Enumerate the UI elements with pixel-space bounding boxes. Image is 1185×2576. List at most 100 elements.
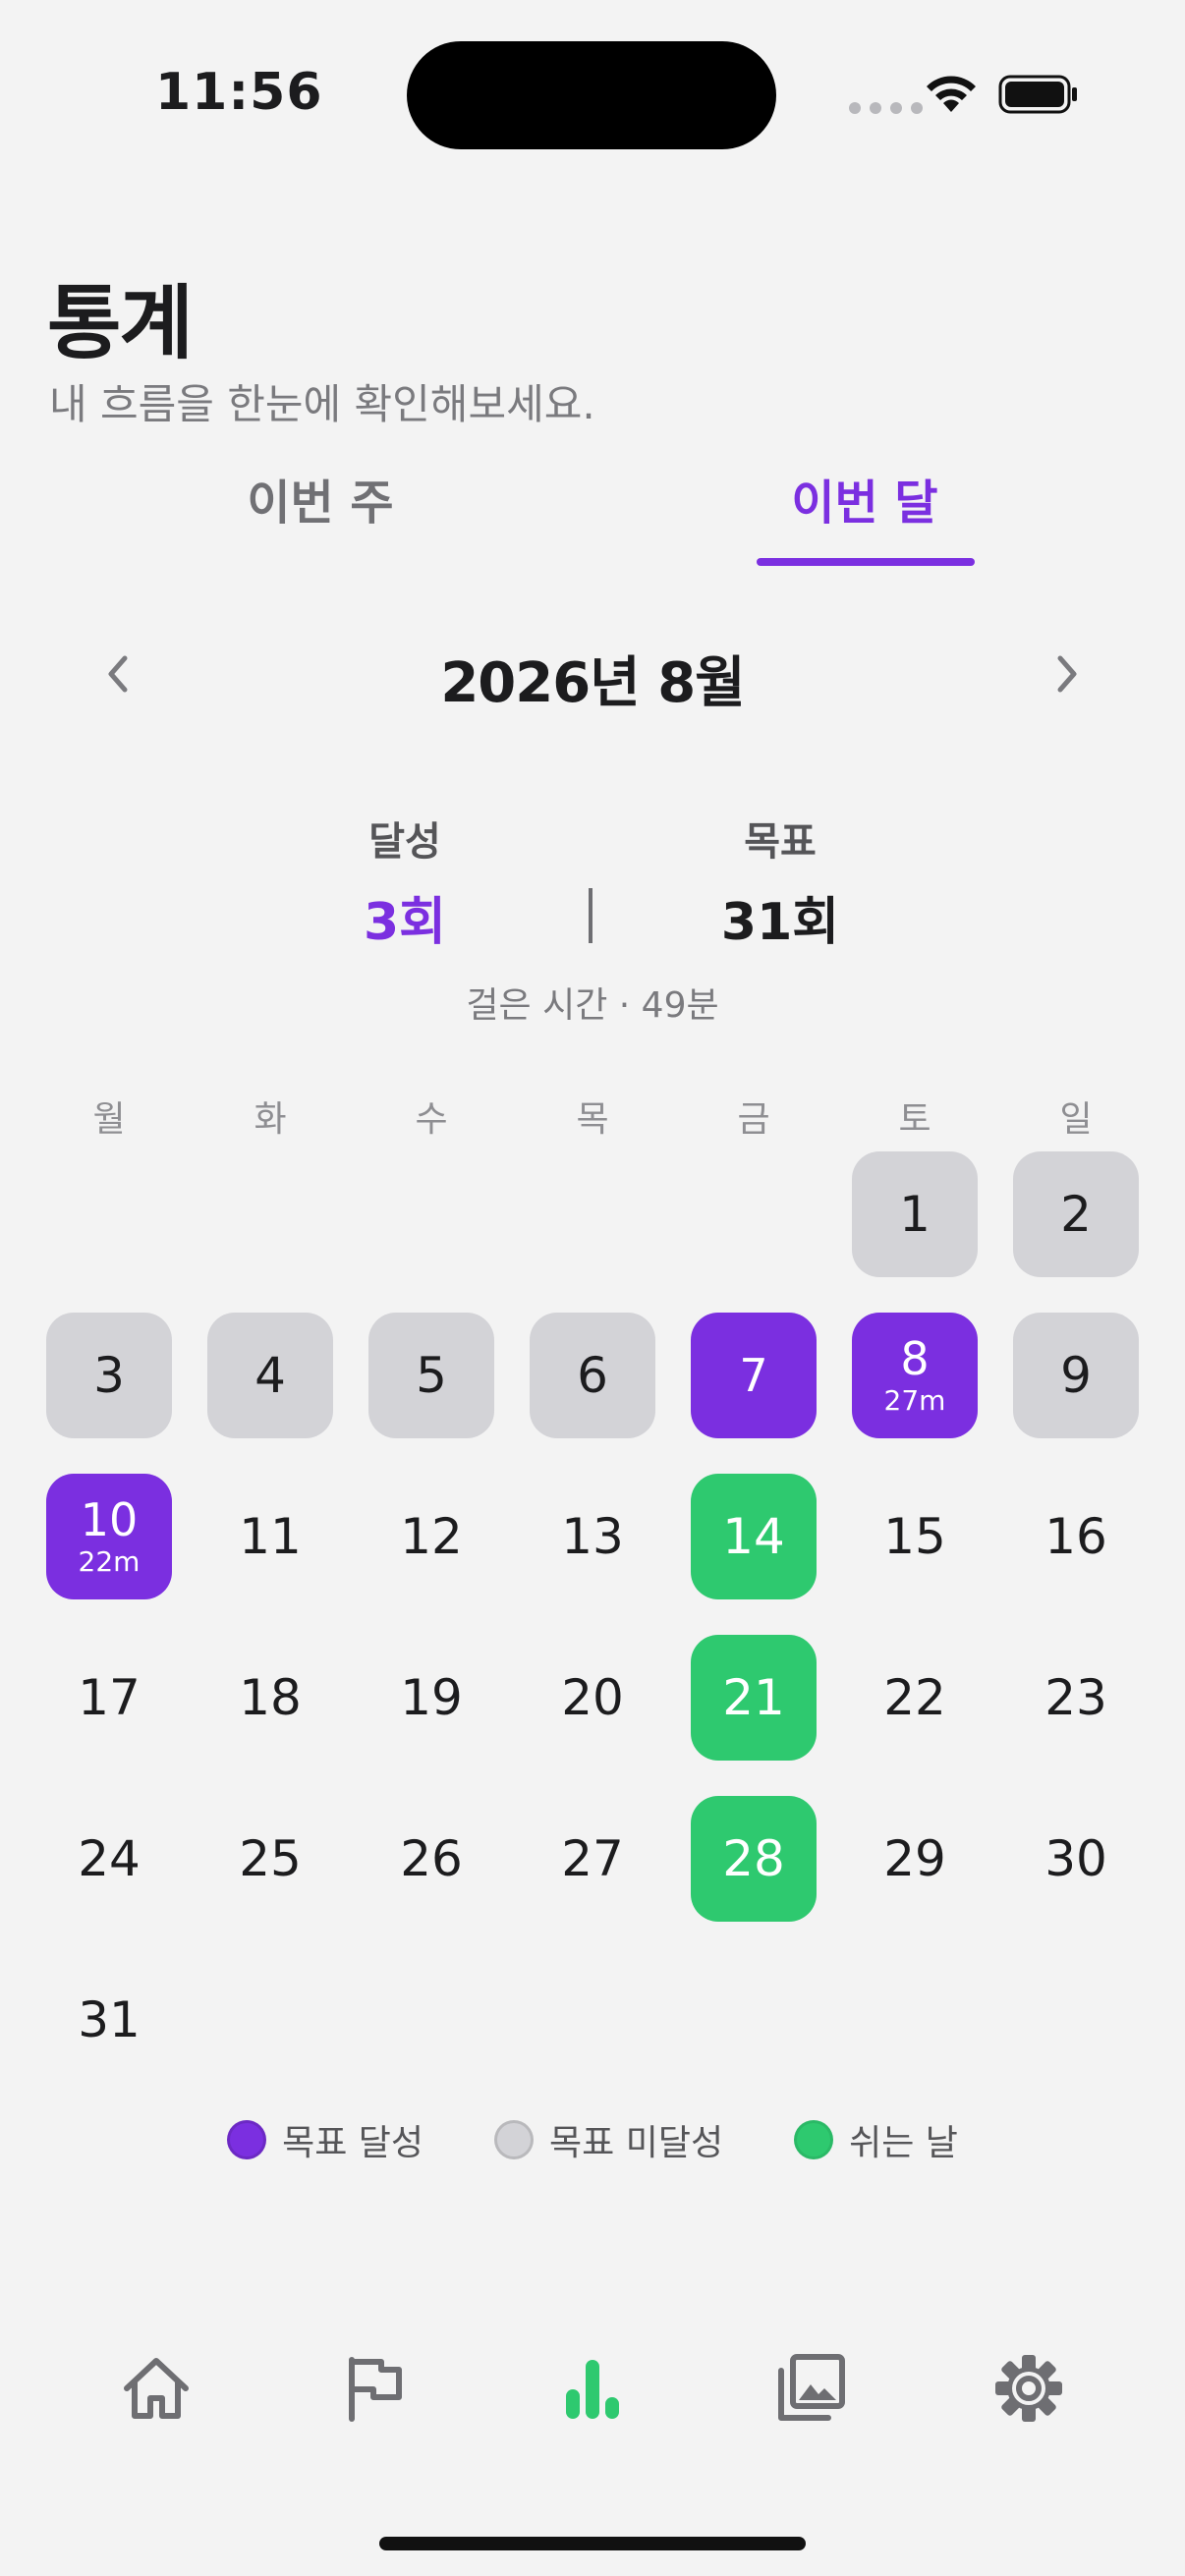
weekday-fri: 금 (737, 1099, 770, 1140)
month-title: 2026년 8월 (440, 651, 745, 715)
calendar-day-31[interactable]: 31 (46, 1957, 172, 2083)
calendar-day-number: 4 (254, 1347, 286, 1404)
calendar-day-19[interactable]: 19 (368, 1635, 494, 1761)
weekday-tue: 화 (254, 1099, 287, 1140)
calendar-day-15[interactable]: 15 (852, 1474, 978, 1599)
summary-divider (589, 888, 592, 943)
statistics-screen: 11:56 통계 내 흐름을 한눈에 확인해보세요. 이번 주 이번 달 202… (0, 0, 1185, 2576)
legend-missed-label: 목표 미달성 (549, 2123, 724, 2163)
calendar-day-11[interactable]: 11 (207, 1474, 333, 1599)
calendar-day-18[interactable]: 18 (207, 1635, 333, 1761)
legend-rest-label: 쉬는 날 (849, 2123, 958, 2163)
calendar-day-20[interactable]: 20 (530, 1635, 655, 1761)
calendar-day-5[interactable]: 5 (368, 1313, 494, 1438)
walk-time-text: 걸은 시간 · 49분 (466, 985, 719, 1026)
calendar-day-number: 19 (400, 1669, 463, 1726)
calendar-day-26[interactable]: 26 (368, 1796, 494, 1922)
calendar-day-17[interactable]: 17 (46, 1635, 172, 1761)
calendar-day-number: 16 (1044, 1508, 1107, 1565)
chevron-right-icon (1057, 655, 1077, 693)
legend-missed-dot (494, 2120, 535, 2159)
tabbar-goals[interactable] (330, 2344, 419, 2433)
legend-achieved-dot (227, 2120, 267, 2159)
wifi-icon (927, 76, 976, 112)
calendar-day-1[interactable]: 1 (852, 1151, 978, 1277)
legend-achieved: 목표 달성 (227, 2114, 423, 2165)
weekday-thu: 목 (576, 1099, 609, 1140)
calendar-day-number: 10 (80, 1493, 139, 1546)
calendar-day-9[interactable]: 9 (1013, 1313, 1139, 1438)
calendar-day-number: 5 (416, 1347, 447, 1404)
calendar-day-number: 12 (400, 1508, 463, 1565)
next-month-button[interactable] (1038, 644, 1097, 703)
calendar-day-number: 28 (722, 1830, 785, 1887)
calendar-day-7[interactable]: 7 (691, 1313, 817, 1438)
calendar-day-25[interactable]: 25 (207, 1796, 333, 1922)
calendar-day-12[interactable]: 12 (368, 1474, 494, 1599)
calendar-day-number: 17 (78, 1669, 141, 1726)
dynamic-island (407, 41, 776, 149)
calendar-day-2[interactable]: 2 (1013, 1151, 1139, 1277)
calendar-day-16[interactable]: 16 (1013, 1474, 1139, 1599)
page-subtitle: 내 흐름을 한눈에 확인해보세요. (49, 380, 595, 428)
weekday-mon: 월 (92, 1099, 126, 1140)
calendar-day-number: 29 (883, 1830, 946, 1887)
tab-this-month[interactable]: 이번 달 (747, 464, 983, 532)
calendar-day-number: 24 (78, 1830, 141, 1887)
legend-achieved-label: 목표 달성 (282, 2123, 424, 2163)
tabbar-home[interactable] (112, 2344, 200, 2433)
gallery-icon (778, 2354, 845, 2421)
calendar-day-29[interactable]: 29 (852, 1796, 978, 1922)
bar-chart-icon (566, 2360, 619, 2419)
calendar-day-minutes: 22m (78, 1545, 141, 1578)
tabbar-gallery[interactable] (766, 2344, 855, 2433)
calendar-day-number: 20 (561, 1669, 624, 1726)
calendar-day-23[interactable]: 23 (1013, 1635, 1139, 1761)
calendar-day-4[interactable]: 4 (207, 1313, 333, 1438)
tab-this-week[interactable]: 이번 주 (202, 464, 438, 532)
calendar-day-27[interactable]: 27 (530, 1796, 655, 1922)
calendar-day-number: 13 (561, 1508, 624, 1565)
weekday-sun: 일 (1059, 1099, 1093, 1140)
calendar-day-6[interactable]: 6 (530, 1313, 655, 1438)
tabbar-statistics[interactable] (548, 2344, 637, 2433)
calendar-day-8[interactable]: 8 27m (852, 1313, 978, 1438)
achieved-count: 3회 (363, 893, 447, 952)
calendar-day-21[interactable]: 21 (691, 1635, 817, 1761)
calendar-day-14[interactable]: 14 (691, 1474, 817, 1599)
calendar-day-number: 22 (883, 1669, 946, 1726)
calendar-day-number: 26 (400, 1830, 463, 1887)
calendar-day-22[interactable]: 22 (852, 1635, 978, 1761)
calendar-day-24[interactable]: 24 (46, 1796, 172, 1922)
calendar-day-13[interactable]: 13 (530, 1474, 655, 1599)
calendar-day-number: 11 (239, 1508, 302, 1565)
calendar-day-number: 27 (561, 1830, 624, 1887)
calendar-day-number: 8 (900, 1332, 930, 1385)
calendar-day-10[interactable]: 10 22m (46, 1474, 172, 1599)
calendar-day-number: 6 (577, 1347, 608, 1404)
legend-rest-dot (794, 2120, 834, 2159)
legend-missed: 목표 미달성 (494, 2114, 723, 2165)
flag-icon (349, 2357, 402, 2422)
goal-count: 31회 (720, 893, 840, 952)
weekday-wed: 수 (415, 1099, 448, 1140)
calendar-day-number: 30 (1044, 1830, 1107, 1887)
tab-active-indicator (757, 558, 975, 566)
calendar-day-minutes: 27m (883, 1384, 946, 1417)
calendar-day-number: 21 (722, 1669, 785, 1726)
calendar-day-30[interactable]: 30 (1013, 1796, 1139, 1922)
goal-label: 목표 (744, 819, 817, 865)
calendar-day-3[interactable]: 3 (46, 1313, 172, 1438)
calendar-legend: 목표 달성 목표 미달성 쉬는 날 (0, 2114, 1185, 2165)
tabbar-settings[interactable] (985, 2344, 1073, 2433)
cellular-signal-icon (849, 102, 923, 114)
calendar-day-number: 9 (1060, 1347, 1092, 1404)
calendar-day-number: 23 (1044, 1669, 1107, 1726)
calendar-day-number: 25 (239, 1830, 302, 1887)
status-time: 11:56 (155, 63, 323, 122)
achieved-label: 달성 (368, 819, 441, 865)
calendar-day-28[interactable]: 28 (691, 1796, 817, 1922)
calendar-day-number: 7 (739, 1349, 768, 1402)
calendar-day-number: 15 (883, 1508, 946, 1565)
weekday-sat: 토 (898, 1099, 931, 1140)
